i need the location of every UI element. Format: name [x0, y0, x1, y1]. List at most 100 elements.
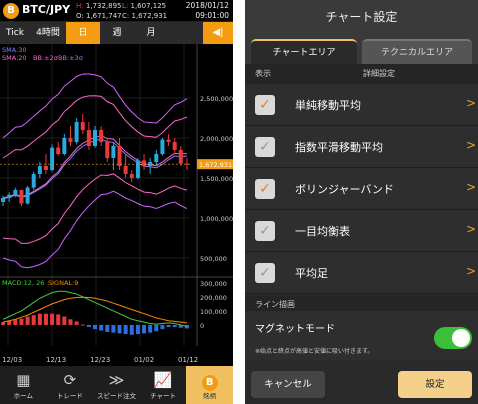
checkbox-heikin-ashi[interactable]: ✓	[255, 263, 275, 283]
column-header: 表示 詳細設定	[245, 64, 478, 84]
settings-tabs: チャートエリア テクニカルエリア	[245, 34, 478, 64]
candle-body	[68, 138, 73, 142]
signal-line	[2, 296, 187, 324]
magnet-mode-label: マグネットモード	[255, 324, 335, 335]
nav-chart[interactable]: 📈 チャート	[140, 366, 187, 404]
chart-screen: B BTC/JPY H: 1,732,895 L: 1,607,125 O: 1…	[0, 0, 233, 404]
candle-body	[19, 190, 24, 204]
candle-body	[160, 139, 165, 154]
pair-label: BTC/JPY	[22, 3, 71, 16]
price-chart[interactable]: 12/03 12/13 12/23 01/02 01/12 2,500,000 2,000,…	[0, 44, 233, 366]
bb2-label: BB:±2σ	[33, 54, 58, 62]
checkbox-sma[interactable]: ✓	[255, 95, 275, 115]
ohlc-close: C: 1,672,931	[122, 12, 168, 20]
magnet-mode-note: ※始点と終点が高値と安値に吸い付きます。	[255, 348, 374, 355]
nav-speed-order[interactable]: ≫ スピード注文	[93, 366, 140, 404]
panel-toggle-icon[interactable]: ◀|	[203, 22, 233, 44]
macd-histogram-bar	[37, 313, 42, 325]
candle-body	[166, 139, 171, 142]
nav-home[interactable]: ▦ ホーム	[0, 366, 47, 404]
magnet-mode-row: マグネットモード ※始点と終点が高値と安値に吸い付きます。	[245, 311, 478, 360]
checkbox-ichimoku[interactable]: ✓	[255, 221, 275, 241]
tf-month[interactable]: 月	[134, 22, 168, 44]
signal-label: SIGNAL:9	[48, 279, 79, 287]
refresh-icon: ⟳	[63, 371, 77, 389]
bottom-nav: ▦ ホーム ⟳ トレード ≫ スピード注文 📈 チャート B 銘柄	[0, 366, 233, 404]
macd-histogram-bar	[135, 324, 140, 335]
row-ema-label: 指数平滑移動平均	[295, 141, 383, 154]
row-heikin-ashi[interactable]: ✓ 平均足 >	[245, 252, 478, 294]
chevron-right-icon[interactable]: >	[466, 138, 476, 152]
chart-icon: 📈	[153, 371, 173, 389]
candle-body	[111, 146, 116, 158]
chevron-right-icon[interactable]: >	[466, 96, 476, 110]
chevron-right-icon[interactable]: >	[466, 180, 476, 194]
chevron-right-icon[interactable]: >	[466, 222, 476, 236]
macd-histogram-bar	[105, 324, 110, 332]
tf-4h[interactable]: 4時間	[30, 22, 66, 44]
macd-tick: 0	[200, 322, 204, 330]
ohlc-open: O: 1,671,747	[76, 12, 122, 20]
chevron-right-icon[interactable]: >	[466, 264, 476, 278]
magnet-mode-toggle[interactable]	[434, 327, 472, 349]
price-tick: 2,500,000	[200, 95, 233, 103]
candle-body	[178, 150, 183, 164]
macd-histogram-bar	[25, 316, 30, 325]
fast-forward-icon: ≫	[108, 371, 125, 389]
apply-button[interactable]: 設定	[398, 371, 472, 398]
cancel-button[interactable]: キャンセル	[251, 371, 325, 398]
macd-histogram-bar	[129, 324, 134, 335]
macd-histogram-bar	[99, 324, 104, 331]
date-tick: 12/03	[2, 356, 22, 364]
candle-body	[117, 146, 122, 166]
macd-histogram-bar	[93, 324, 97, 330]
candle-body	[129, 174, 134, 178]
tab-technical-area[interactable]: テクニカルエリア	[362, 39, 472, 64]
row-heikin-ashi-label: 平均足	[295, 267, 328, 280]
macd-histogram-bar	[166, 324, 171, 328]
tf-week[interactable]: 週	[100, 22, 134, 44]
macd-histogram-bar	[68, 319, 73, 325]
nav-trade[interactable]: ⟳ トレード	[47, 366, 94, 404]
candle-body	[74, 122, 79, 142]
macd-histogram-bar	[172, 324, 177, 328]
row-bollinger[interactable]: ✓ ボリンジャーバンド >	[245, 168, 478, 210]
tf-day[interactable]: 日	[66, 22, 100, 44]
row-ichimoku[interactable]: ✓ 一目均衡表 >	[245, 210, 478, 252]
candle-body	[25, 187, 30, 204]
row-ema[interactable]: ✓ 指数平滑移動平均 >	[245, 126, 478, 168]
candle-body	[123, 166, 128, 174]
price-tick: 500,000	[200, 255, 227, 263]
macd-histogram-bar	[148, 324, 153, 333]
nav-speed-order-label: スピード注文	[96, 392, 136, 400]
settings-footer: キャンセル 設定	[245, 360, 478, 404]
tf-tick[interactable]: Tick	[0, 22, 30, 44]
row-sma-label: 単純移動平均	[295, 99, 361, 112]
macd-histogram-bar	[74, 321, 79, 325]
candle-body	[80, 122, 85, 130]
macd-histogram-bar	[80, 324, 85, 326]
macd-tick: 300,000	[200, 280, 227, 288]
candle-body	[172, 142, 177, 150]
checkbox-bollinger[interactable]: ✓	[255, 179, 275, 199]
candle-body	[1, 198, 6, 202]
row-bollinger-label: ボリンジャーバンド	[295, 183, 394, 196]
macd-line	[2, 290, 188, 327]
macd-histogram-bar	[13, 319, 18, 325]
macd-histogram-bar	[31, 315, 36, 325]
chart-header: B BTC/JPY H: 1,732,895 L: 1,607,125 O: 1…	[0, 0, 233, 22]
macd-histogram-bar	[56, 314, 61, 325]
price-tick: 1,000,000	[200, 215, 233, 223]
bb3-label: BB:±3σ	[58, 54, 83, 62]
settings-screen: チャート設定 チャートエリア テクニカルエリア 表示 詳細設定 ✓ 単純移動平均…	[245, 0, 478, 404]
nav-stock[interactable]: B 銘柄	[186, 366, 233, 404]
ohlc-high: H: 1,732,895	[76, 2, 122, 10]
row-sma[interactable]: ✓ 単純移動平均 >	[245, 84, 478, 126]
toggle-knob	[452, 329, 470, 347]
current-price-label: 1,672,931	[199, 161, 232, 169]
tab-chart-area[interactable]: チャートエリア	[251, 39, 357, 64]
macd-tick: 100,000	[200, 308, 227, 316]
settings-title: チャート設定	[245, 0, 478, 34]
candle-body	[142, 160, 147, 166]
checkbox-ema[interactable]: ✓	[255, 137, 275, 157]
